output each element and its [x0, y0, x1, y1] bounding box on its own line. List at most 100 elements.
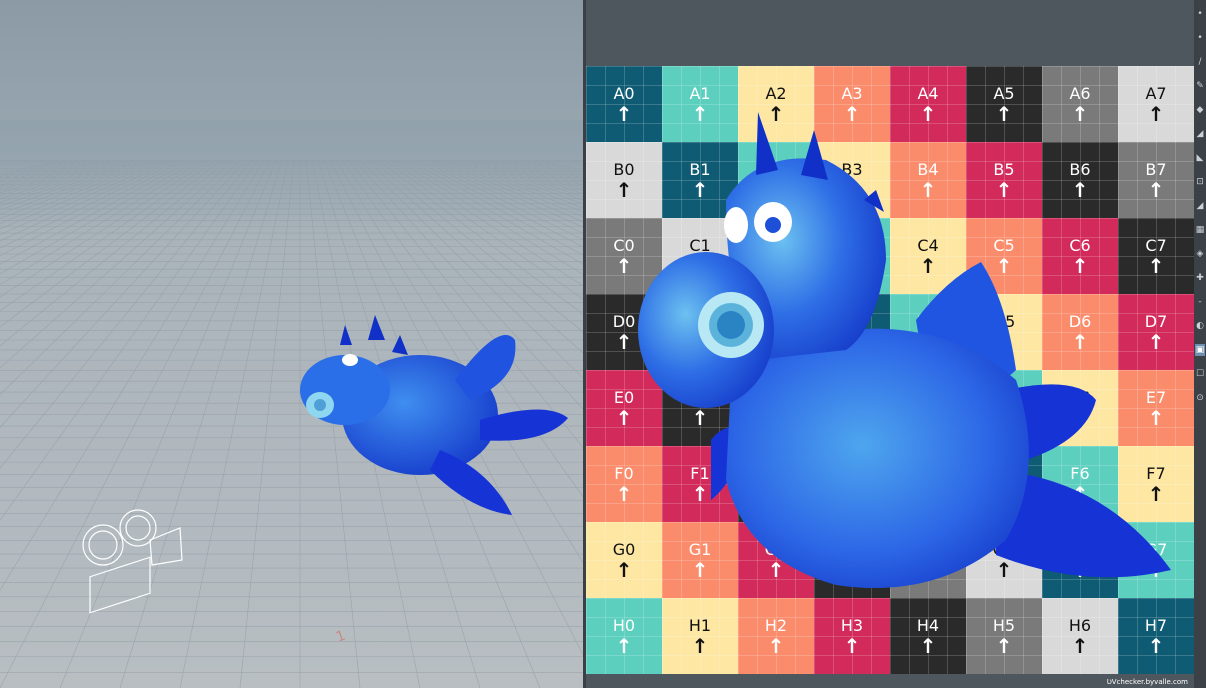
uv-cell-h0: H0 ↑	[586, 598, 662, 674]
uv-cell-label: C6	[1069, 236, 1091, 255]
uv-cell-f2: F2 ↑	[738, 446, 814, 522]
uv-cell-c6: C6 ↑	[1042, 218, 1118, 294]
up-arrow-icon: ↑	[767, 634, 785, 658]
up-arrow-icon: ↑	[843, 406, 861, 430]
up-arrow-icon: ↑	[1071, 558, 1089, 582]
uv-cell-e5: E5 ↑	[966, 370, 1042, 446]
toolbar-tool-15[interactable]: ☐	[1195, 368, 1205, 380]
up-arrow-icon: ↑	[995, 634, 1013, 658]
up-arrow-icon: ↑	[919, 178, 937, 202]
uv-cell-d4: D4 ↑	[890, 294, 966, 370]
up-arrow-icon: ↑	[1147, 482, 1165, 506]
uv-cell-label: F2	[766, 464, 786, 483]
up-arrow-icon: ↑	[919, 330, 937, 354]
uv-cell-h5: H5 ↑	[966, 598, 1042, 674]
up-arrow-icon: ↑	[1147, 254, 1165, 278]
uv-cell-label: B0	[613, 160, 635, 179]
toolbar-tool-5[interactable]: ◢	[1195, 128, 1205, 140]
uv-cell-label: G5	[992, 540, 1016, 559]
uv-cell-label: E5	[993, 388, 1015, 407]
uv-cell-e2: E2 ↑	[738, 370, 814, 446]
uv-cell-a1: A1 ↑	[662, 66, 738, 142]
dragon-model-perspective[interactable]	[300, 315, 568, 515]
up-arrow-icon: ↑	[843, 102, 861, 126]
up-arrow-icon: ↑	[1147, 330, 1165, 354]
uv-cell-label: B7	[1145, 160, 1167, 179]
uv-cell-f1: F1 ↑	[662, 446, 738, 522]
uv-cell-g7: G7 ↑	[1118, 522, 1194, 598]
up-arrow-icon: ↑	[919, 558, 937, 582]
toolbar-tool-16[interactable]: ⊙	[1195, 392, 1205, 404]
up-arrow-icon: ↑	[615, 634, 633, 658]
uv-cell-label: A5	[993, 84, 1015, 103]
up-arrow-icon: ↑	[1071, 102, 1089, 126]
uv-cell-label: D2	[764, 312, 788, 331]
uv-cell-h7: H7 ↑	[1118, 598, 1194, 674]
uv-cell-c1: C1 ↑	[662, 218, 738, 294]
uv-cell-g6: G6 ↑	[1042, 522, 1118, 598]
up-arrow-icon: ↑	[767, 178, 785, 202]
uv-cell-label: C3	[841, 236, 863, 255]
uv-cell-label: H2	[764, 616, 788, 635]
toolbar-tool-4[interactable]: ◆	[1195, 104, 1205, 116]
uv-cell-label: G0	[612, 540, 636, 559]
toolbar-tool-1[interactable]: •	[1195, 32, 1205, 44]
toolbar-tool-7[interactable]: ⊡	[1195, 176, 1205, 188]
uv-cell-c3: C3 ↑	[814, 218, 890, 294]
camera-icon[interactable]	[82, 509, 183, 614]
toolbar-tool-11[interactable]: ✚	[1195, 272, 1205, 284]
toolbar-tool-12[interactable]: -	[1195, 296, 1205, 308]
up-arrow-icon: ↑	[691, 330, 709, 354]
up-arrow-icon: ↑	[691, 178, 709, 202]
uv-cell-d5: D5 ↑	[966, 294, 1042, 370]
toolbar-tool-0[interactable]: •	[1195, 8, 1205, 20]
uv-cell-label: A4	[917, 84, 939, 103]
uv-cell-label: E1	[689, 388, 711, 407]
toolbar-tool-14[interactable]: ▣	[1195, 344, 1205, 356]
uv-cell-label: C1	[689, 236, 711, 255]
up-arrow-icon: ↑	[615, 254, 633, 278]
uv-cell-d1: D1 ↑	[662, 294, 738, 370]
up-arrow-icon: ↑	[843, 634, 861, 658]
toolbar-tool-8[interactable]: ◢	[1195, 200, 1205, 212]
uv-cell-a7: A7 ↑	[1118, 66, 1194, 142]
uv-cell-d2: D2 ↑	[738, 294, 814, 370]
toolbar-tool-6[interactable]: ◣	[1195, 152, 1205, 164]
toolbar-tool-2[interactable]: /	[1195, 56, 1205, 68]
up-arrow-icon: ↑	[919, 102, 937, 126]
uv-cell-g2: G2 ↑	[738, 522, 814, 598]
uv-cell-b3: B3 ↑	[814, 142, 890, 218]
uv-cell-g4: G4 ↑	[890, 522, 966, 598]
uv-cell-label: D7	[1144, 312, 1168, 331]
up-arrow-icon: ↑	[691, 102, 709, 126]
up-arrow-icon: ↑	[691, 406, 709, 430]
uv-cell-a3: A3 ↑	[814, 66, 890, 142]
uv-cell-label: E0	[613, 388, 635, 407]
uv-cell-e0: E0 ↑	[586, 370, 662, 446]
up-arrow-icon: ↑	[767, 330, 785, 354]
up-arrow-icon: ↑	[919, 254, 937, 278]
3d-viewport[interactable]: 1	[0, 0, 585, 688]
uv-cell-e7: E7 ↑	[1118, 370, 1194, 446]
toolbar-tool-13[interactable]: ◐	[1195, 320, 1205, 332]
uv-cell-label: F6	[1070, 464, 1090, 483]
uv-viewport[interactable]: A0 ↑ A1 ↑ A2 ↑ A3 ↑ A4 ↑ A5 ↑ A6 ↑ A7 ↑ B0 ↑ B1 ↑ B2 ↑ B3 ↑ B4 ↑ B…	[586, 0, 1194, 688]
uv-cell-label: F3	[842, 464, 862, 483]
up-arrow-icon: ↑	[1071, 634, 1089, 658]
up-arrow-icon: ↑	[615, 178, 633, 202]
uv-cell-label: H0	[612, 616, 636, 635]
uv-cell-label: D5	[992, 312, 1016, 331]
uv-cell-label: F1	[690, 464, 710, 483]
up-arrow-icon: ↑	[995, 102, 1013, 126]
up-arrow-icon: ↑	[691, 254, 709, 278]
uv-cell-label: B5	[993, 160, 1015, 179]
perspective-grid: 1	[0, 120, 585, 688]
texture-credit: ƲVchecker.byvalle.com	[1106, 678, 1188, 686]
toolbar-tool-10[interactable]: ◈	[1195, 248, 1205, 260]
toolbar-tool-9[interactable]: ▦	[1195, 224, 1205, 236]
toolbar-tool-3[interactable]: ✎	[1195, 80, 1205, 92]
uv-cell-a5: A5 ↑	[966, 66, 1042, 142]
uv-cell-a6: A6 ↑	[1042, 66, 1118, 142]
up-arrow-icon: ↑	[1147, 558, 1165, 582]
uv-cell-label: H3	[840, 616, 864, 635]
